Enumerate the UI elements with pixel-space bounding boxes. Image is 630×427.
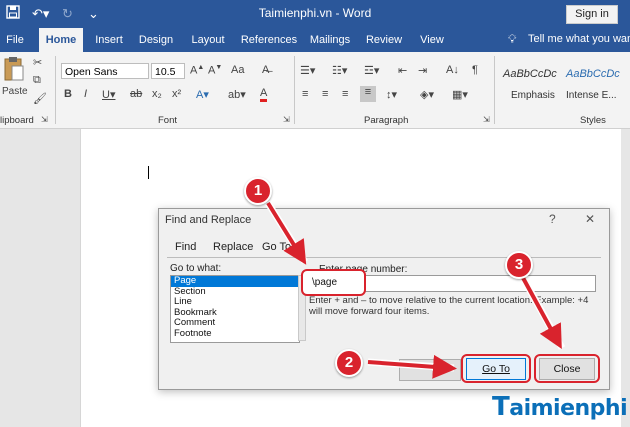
- arrow-3: [520, 275, 562, 350]
- watermark-logo: Taimienphi: [492, 392, 628, 422]
- watermark-t-icon: T: [492, 392, 510, 422]
- step-badge-2: 2: [335, 349, 363, 377]
- step-badge-1: 1: [244, 177, 272, 205]
- step-badge-3: 3: [505, 251, 533, 279]
- annotation-arrows: [265, 201, 566, 379]
- arrow-1: [266, 201, 307, 265]
